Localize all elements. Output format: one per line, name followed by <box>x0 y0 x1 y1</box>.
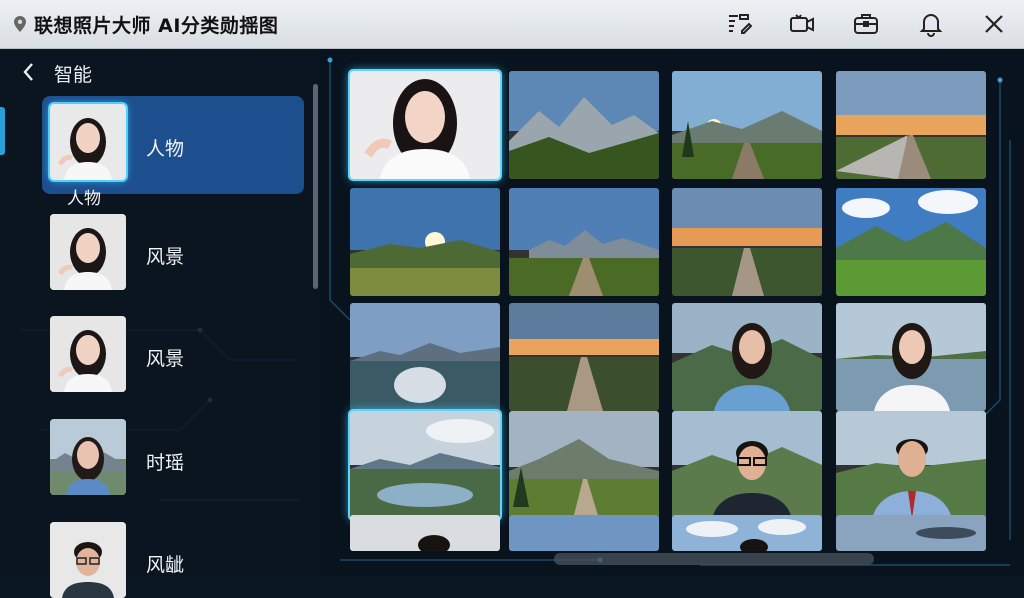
back-arrow-icon[interactable] <box>20 60 38 84</box>
location-pin-icon <box>14 16 26 32</box>
photo-tile[interactable] <box>672 411 822 519</box>
photo-tile[interactable] <box>672 71 822 179</box>
photo-tile[interactable] <box>672 188 822 296</box>
photo-tile[interactable] <box>509 188 659 296</box>
filter-edit-icon[interactable] <box>726 11 753 37</box>
selection-accent <box>0 107 5 155</box>
sidebar-item-label[interactable]: 时瑶 <box>146 448 184 475</box>
photo-tile[interactable] <box>509 303 659 411</box>
app-title: 联想照片大师 AI分类勋揺图 <box>34 15 279 37</box>
photo-tile[interactable] <box>836 515 986 551</box>
photo-tile[interactable] <box>348 69 502 181</box>
selected-thumb-caption: 人物 <box>67 189 101 209</box>
sidebar-thumb-time[interactable] <box>50 419 126 495</box>
sidebar-scrollbar[interactable] <box>313 84 318 289</box>
photo-tile[interactable] <box>509 515 659 551</box>
sidebar-thumb-landscape-2[interactable] <box>50 316 126 392</box>
bell-icon[interactable] <box>918 11 944 37</box>
sidebar-thumb-person[interactable] <box>50 522 126 598</box>
sidebar-item-label[interactable]: 风龇 <box>146 550 184 577</box>
video-camera-icon[interactable] <box>789 11 815 37</box>
photo-tile[interactable] <box>836 71 986 179</box>
photo-tile[interactable] <box>836 411 986 519</box>
sidebar-item-label[interactable]: 风景 <box>146 242 184 269</box>
photo-tile[interactable] <box>672 515 822 551</box>
sidebar-item-label[interactable]: 人物 <box>146 134 184 161</box>
photo-tile[interactable] <box>672 303 822 411</box>
photo-tile[interactable] <box>350 303 500 411</box>
photo-tile[interactable] <box>348 409 502 521</box>
sidebar-thumb-landscape[interactable] <box>50 214 126 290</box>
title-bar: 联想照片大师 AI分类勋揺图 <box>0 0 1024 49</box>
photo-tile[interactable] <box>836 188 986 296</box>
photo-tile[interactable] <box>350 515 500 551</box>
photo-tile[interactable] <box>350 188 500 296</box>
sidebar-title: 智能 <box>54 64 93 86</box>
photo-tile[interactable] <box>509 411 659 519</box>
close-icon[interactable] <box>981 11 1007 37</box>
photo-tile[interactable] <box>836 303 986 411</box>
sidebar-thumb-people[interactable] <box>48 102 128 182</box>
photo-tile[interactable] <box>509 71 659 179</box>
briefcase-icon[interactable] <box>853 11 879 37</box>
sidebar-item-label[interactable]: 风景 <box>146 344 184 371</box>
bottom-scroll-indicator[interactable] <box>554 553 874 565</box>
